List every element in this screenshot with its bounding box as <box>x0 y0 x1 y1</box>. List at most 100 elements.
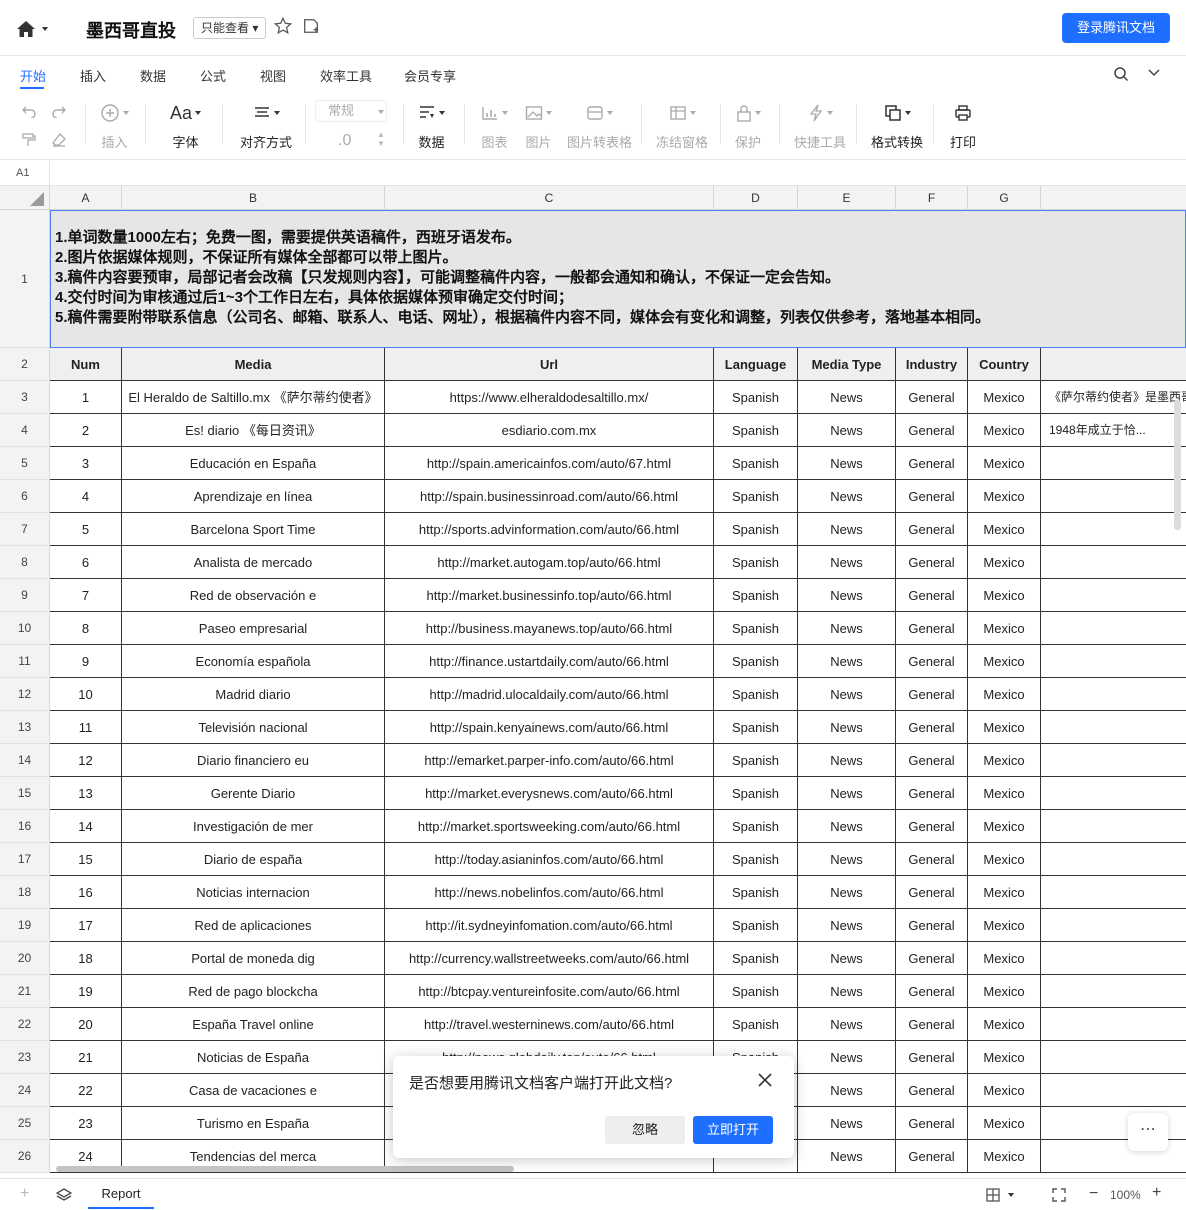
row-header[interactable]: 10 <box>0 612 50 645</box>
undo-icon[interactable] <box>22 106 36 118</box>
insert-button[interactable]: 插入 <box>100 100 129 151</box>
table-cell[interactable]: http://btcpay.ventureinfosite.com/auto/6… <box>385 975 714 1008</box>
table-cell[interactable]: Mexico <box>968 909 1041 942</box>
row-header[interactable]: 21 <box>0 975 50 1008</box>
tab-home[interactable]: 开始 <box>20 66 46 85</box>
table-cell[interactable]: News <box>798 579 896 612</box>
table-cell[interactable]: Spanish <box>714 843 798 876</box>
table-cell[interactable]: España Travel online <box>122 1008 385 1041</box>
table-cell[interactable]: http://spain.kenyainews.com/auto/66.html <box>385 711 714 744</box>
table-cell[interactable]: 11 <box>50 711 122 744</box>
table-cell[interactable]: Noticias de España <box>122 1041 385 1074</box>
table-cell[interactable]: Spanish <box>714 1008 798 1041</box>
image-button[interactable]: 图片 <box>525 100 552 151</box>
table-cell[interactable]: 1948年成立于恰... <box>1041 414 1186 447</box>
table-cell[interactable]: 15 <box>50 843 122 876</box>
table-cell[interactable]: General <box>896 744 968 777</box>
table-cell[interactable]: Noticias internacion <box>122 876 385 909</box>
table-cell[interactable]: Investigación de mer <box>122 810 385 843</box>
table-cell[interactable]: Spanish <box>714 447 798 480</box>
table-cell[interactable]: Economía española <box>122 645 385 678</box>
table-cell[interactable] <box>1041 1074 1186 1107</box>
layers-icon[interactable] <box>56 1188 72 1202</box>
table-cell[interactable]: Mexico <box>968 876 1041 909</box>
row-header[interactable]: 26 <box>0 1140 50 1173</box>
table-cell[interactable]: Diario de españa <box>122 843 385 876</box>
doc-info-icon[interactable] <box>302 17 320 35</box>
image-to-table-button[interactable]: 图片转表格 <box>567 100 632 151</box>
row-header[interactable]: 13 <box>0 711 50 744</box>
table-cell[interactable]: General <box>896 711 968 744</box>
table-cell[interactable]: http://market.businessinfo.top/auto/66.h… <box>385 579 714 612</box>
table-cell[interactable]: General <box>896 876 968 909</box>
table-cell[interactable]: El Heraldo de Saltillo.mx 《萨尔蒂约使者》 <box>122 381 385 414</box>
row-header[interactable]: 5 <box>0 447 50 480</box>
table-cell[interactable]: Spanish <box>714 678 798 711</box>
notes-cell[interactable]: 1.单词数量1000左右；免费一图，需要提供英语稿件，西班牙语发布。 2.图片依… <box>50 210 1186 348</box>
table-cell[interactable] <box>1041 480 1186 513</box>
table-cell[interactable]: General <box>896 645 968 678</box>
table-cell[interactable]: Televisión nacional <box>122 711 385 744</box>
table-cell[interactable]: News <box>798 513 896 546</box>
row-header[interactable]: 12 <box>0 678 50 711</box>
table-cell[interactable] <box>1041 1008 1186 1041</box>
table-cell[interactable]: Spanish <box>714 480 798 513</box>
horizontal-scrollbar[interactable] <box>56 1166 514 1172</box>
table-cell[interactable]: 23 <box>50 1107 122 1140</box>
table-cell[interactable]: http://travel.westerninews.com/auto/66.h… <box>385 1008 714 1041</box>
table-cell[interactable]: General <box>896 1074 968 1107</box>
table-cell[interactable]: 6 <box>50 546 122 579</box>
table-cell[interactable] <box>1041 975 1186 1008</box>
table-cell[interactable]: General <box>896 777 968 810</box>
table-cell[interactable]: 9 <box>50 645 122 678</box>
ignore-button[interactable]: 忽略 <box>605 1116 685 1144</box>
table-cell[interactable]: News <box>798 612 896 645</box>
format-painter-icon[interactable] <box>22 133 36 147</box>
table-cell[interactable]: Spanish <box>714 909 798 942</box>
shortcut-tools-button[interactable]: 快捷工具 <box>794 100 846 151</box>
fullscreen-icon[interactable] <box>1052 1188 1066 1202</box>
column-header-a[interactable]: A <box>50 186 122 210</box>
table-cell[interactable]: General <box>896 909 968 942</box>
table-cell[interactable]: 14 <box>50 810 122 843</box>
table-cell[interactable] <box>1041 579 1186 612</box>
table-cell[interactable]: 7 <box>50 579 122 612</box>
table-cell[interactable]: News <box>798 381 896 414</box>
table-cell[interactable]: http://today.asianinfos.com/auto/66.html <box>385 843 714 876</box>
table-cell[interactable]: http://it.sydneyinfomation.com/auto/66.h… <box>385 909 714 942</box>
table-cell[interactable]: Gerente Diario <box>122 777 385 810</box>
table-cell[interactable]: Mexico <box>968 843 1041 876</box>
tab-insert[interactable]: 插入 <box>80 66 106 85</box>
table-cell[interactable]: Casa de vacaciones e <box>122 1074 385 1107</box>
table-cell[interactable]: http://spain.americainfos.com/auto/67.ht… <box>385 447 714 480</box>
table-cell[interactable]: 22 <box>50 1074 122 1107</box>
table-cell[interactable]: Turismo en España <box>122 1107 385 1140</box>
table-cell[interactable]: Mexico <box>968 480 1041 513</box>
table-cell[interactable]: Mexico <box>968 810 1041 843</box>
row-header[interactable]: 15 <box>0 777 50 810</box>
row-header[interactable]: 16 <box>0 810 50 843</box>
data-button[interactable]: 数据 <box>418 100 445 151</box>
table-cell[interactable]: Paseo empresarial <box>122 612 385 645</box>
table-cell[interactable]: News <box>798 876 896 909</box>
table-cell[interactable]: http://spain.businessinroad.com/auto/66.… <box>385 480 714 513</box>
font-button[interactable]: Aa 字体 <box>170 100 202 151</box>
column-header-b[interactable]: B <box>122 186 385 210</box>
table-cell[interactable]: Aprendizaje en línea <box>122 480 385 513</box>
decimal-format[interactable]: .0 <box>338 132 351 150</box>
column-title-cell[interactable]: Url <box>385 348 714 381</box>
row-header[interactable]: 8 <box>0 546 50 579</box>
table-cell[interactable]: Mexico <box>968 612 1041 645</box>
table-cell[interactable]: http://madrid.ulocaldaily.com/auto/66.ht… <box>385 678 714 711</box>
table-cell[interactable]: Red de observación e <box>122 579 385 612</box>
align-button[interactable]: 对齐方式 <box>240 100 292 151</box>
table-cell[interactable]: 16 <box>50 876 122 909</box>
table-cell[interactable]: Mexico <box>968 678 1041 711</box>
table-cell[interactable]: News <box>798 711 896 744</box>
table-cell[interactable] <box>1041 876 1186 909</box>
table-cell[interactable]: Mexico <box>968 1041 1041 1074</box>
table-cell[interactable]: Mexico <box>968 546 1041 579</box>
table-cell[interactable] <box>1041 777 1186 810</box>
number-format-dropdown[interactable]: 常规 <box>315 100 387 122</box>
table-cell[interactable]: http://news.nobelinfos.com/auto/66.html <box>385 876 714 909</box>
